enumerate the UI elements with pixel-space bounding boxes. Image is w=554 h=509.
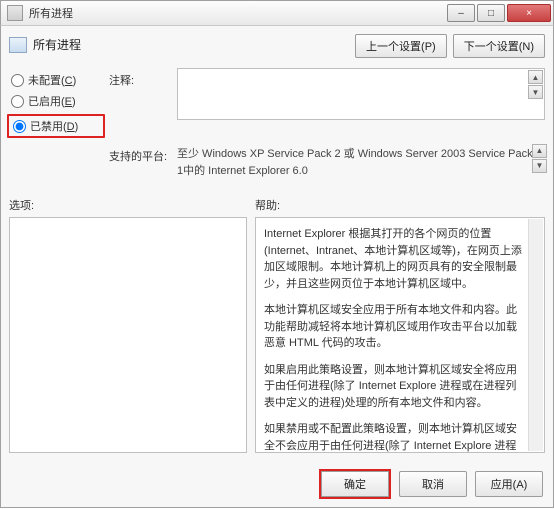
radio-enabled-label: 已启用(E) (28, 93, 76, 109)
panes: Internet Explorer 根据其打开的各个网页的位置(Internet… (9, 217, 545, 453)
radio-unconfigured[interactable]: 未配置(C) (11, 72, 105, 88)
pane-labels: 选项: 帮助: (9, 197, 545, 213)
close-button[interactable]: × (507, 4, 551, 22)
state-radios: 未配置(C) 已启用(E) 已禁用(D) (9, 68, 105, 138)
header-row: 所有进程 上一个设置(P) 下一个设置(N) (9, 34, 545, 58)
titlebar: 所有进程 – □ × (0, 0, 554, 26)
help-scrollbar[interactable] (528, 219, 543, 451)
settings-grid: 未配置(C) 已启用(E) 已禁用(D) 注释: ▲ ▼ 支持的平台: 至少 W… (9, 68, 545, 179)
ok-button[interactable]: 确定 (321, 471, 389, 497)
options-label: 选项: (9, 197, 255, 213)
help-p4: 如果禁用或不配置此策略设置，则本地计算机区域安全不会应用于由任何进程(除了 In… (264, 421, 526, 453)
cancel-button[interactable]: 取消 (399, 471, 467, 497)
minimize-button[interactable]: – (447, 4, 475, 22)
help-p3: 如果启用此策略设置，则本地计算机区域安全将应用于由任何进程(除了 Interne… (264, 362, 526, 412)
maximize-button[interactable]: □ (477, 4, 505, 22)
radio-enabled-input[interactable] (11, 95, 24, 108)
platform-scroll-up-icon[interactable]: ▲ (532, 144, 547, 158)
notes-field[interactable]: ▲ ▼ (177, 68, 545, 120)
platform-text: 至少 Windows XP Service Pack 2 或 Windows S… (177, 144, 545, 179)
platform-label: 支持的平台: (109, 144, 173, 164)
footer-buttons: 确定 取消 应用(A) (319, 469, 543, 499)
platform-scroll-down-icon[interactable]: ▼ (532, 159, 547, 173)
notes-label: 注释: (109, 68, 173, 88)
ok-button-highlight: 确定 (319, 469, 391, 499)
window-buttons: – □ × (447, 4, 551, 22)
process-list-icon (9, 37, 27, 53)
notes-scroll-up-icon[interactable]: ▲ (528, 70, 543, 84)
radio-disabled-input[interactable] (13, 120, 26, 133)
apply-button[interactable]: 应用(A) (475, 471, 543, 497)
options-pane[interactable] (9, 217, 247, 453)
page-heading: 所有进程 (9, 34, 81, 53)
radio-disabled-highlight: 已禁用(D) (7, 114, 105, 138)
radio-unconfigured-label: 未配置(C) (28, 72, 76, 88)
radio-unconfigured-input[interactable] (11, 74, 24, 87)
help-label: 帮助: (255, 197, 280, 213)
help-pane: Internet Explorer 根据其打开的各个网页的位置(Internet… (255, 217, 545, 453)
next-setting-button[interactable]: 下一个设置(N) (453, 34, 545, 58)
nav-buttons: 上一个设置(P) 下一个设置(N) (355, 34, 545, 58)
help-p2: 本地计算机区域安全应用于所有本地文件和内容。此功能帮助减轻将本地计算机区域用作攻… (264, 302, 526, 352)
client-area: 所有进程 上一个设置(P) 下一个设置(N) 未配置(C) 已启用(E) 已禁用… (0, 26, 554, 508)
radio-disabled-label: 已禁用(D) (30, 118, 78, 134)
notes-scroll-down-icon[interactable]: ▼ (528, 85, 543, 99)
page-heading-text: 所有进程 (33, 36, 81, 53)
app-icon (7, 5, 23, 21)
prev-setting-button[interactable]: 上一个设置(P) (355, 34, 447, 58)
help-p1: Internet Explorer 根据其打开的各个网页的位置(Internet… (264, 226, 526, 292)
radio-disabled[interactable]: 已禁用(D) (13, 118, 99, 134)
radio-enabled[interactable]: 已启用(E) (11, 93, 105, 109)
platform-text-value: 至少 Windows XP Service Pack 2 或 Windows S… (177, 148, 533, 177)
window-title: 所有进程 (29, 5, 447, 21)
